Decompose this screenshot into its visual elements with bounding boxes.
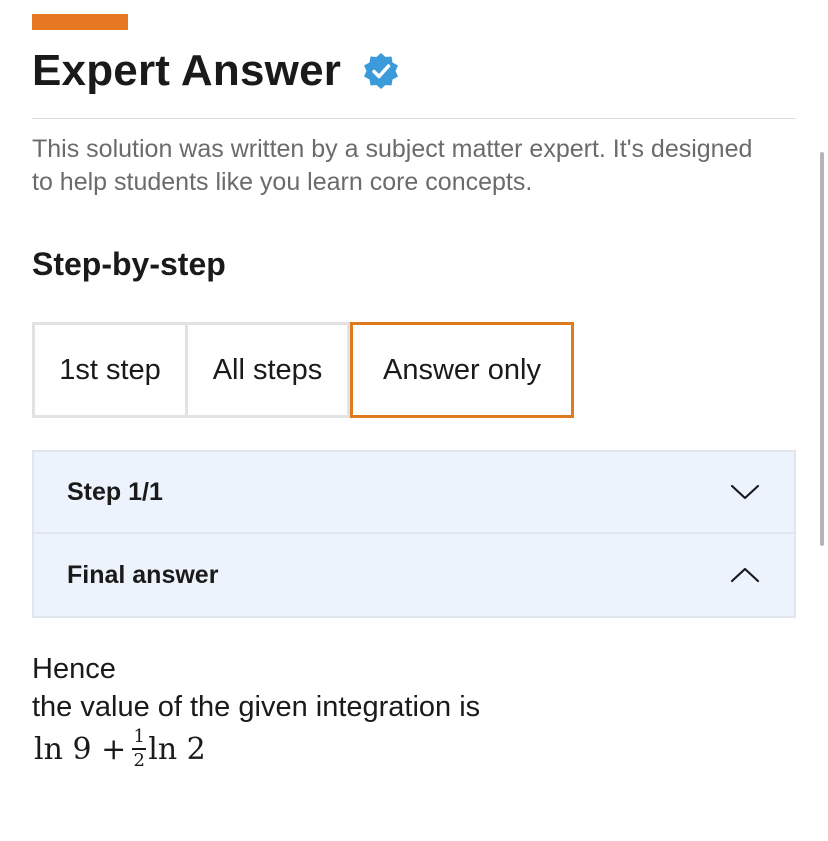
math-part-2: ln 2 <box>148 731 206 767</box>
accent-bar <box>32 14 128 30</box>
answer-line-1: Hence <box>32 653 116 685</box>
chevron-down-icon <box>730 482 760 502</box>
tab-answer-only[interactable]: Answer only <box>350 322 574 418</box>
scrollbar[interactable] <box>820 152 824 546</box>
tab-all-steps[interactable]: All steps <box>188 322 350 418</box>
header-divider <box>32 118 796 119</box>
chevron-up-icon <box>730 565 760 585</box>
step-by-step-heading: Step-by-step <box>32 246 226 282</box>
answer-math-expression: ln 9 + 1 2 ln 2 <box>34 724 206 774</box>
math-part-1: ln 9 + <box>34 731 127 767</box>
answer-line-2: the value of the given integration is <box>32 691 481 723</box>
fraction-denominator: 2 <box>133 749 145 771</box>
final-answer-text: Hence the value of the given integration… <box>32 650 792 726</box>
title-row: Expert Answer <box>32 42 401 100</box>
page-title: Expert Answer <box>32 46 342 95</box>
final-answer-accordion[interactable]: Final answer <box>32 534 796 618</box>
fraction-numerator: 1 <box>133 726 145 748</box>
tab-1st-step[interactable]: 1st step <box>32 322 188 418</box>
expert-description: This solution was written by a subject m… <box>32 135 753 196</box>
math-fraction: 1 2 <box>132 726 147 771</box>
step-view-tabs: 1st step All steps Answer only <box>32 322 574 418</box>
step-1-accordion[interactable]: Step 1/1 <box>32 450 796 534</box>
step-1-label: Step 1/1 <box>67 477 163 506</box>
verified-badge-icon <box>361 51 401 91</box>
final-answer-label: Final answer <box>67 560 219 589</box>
